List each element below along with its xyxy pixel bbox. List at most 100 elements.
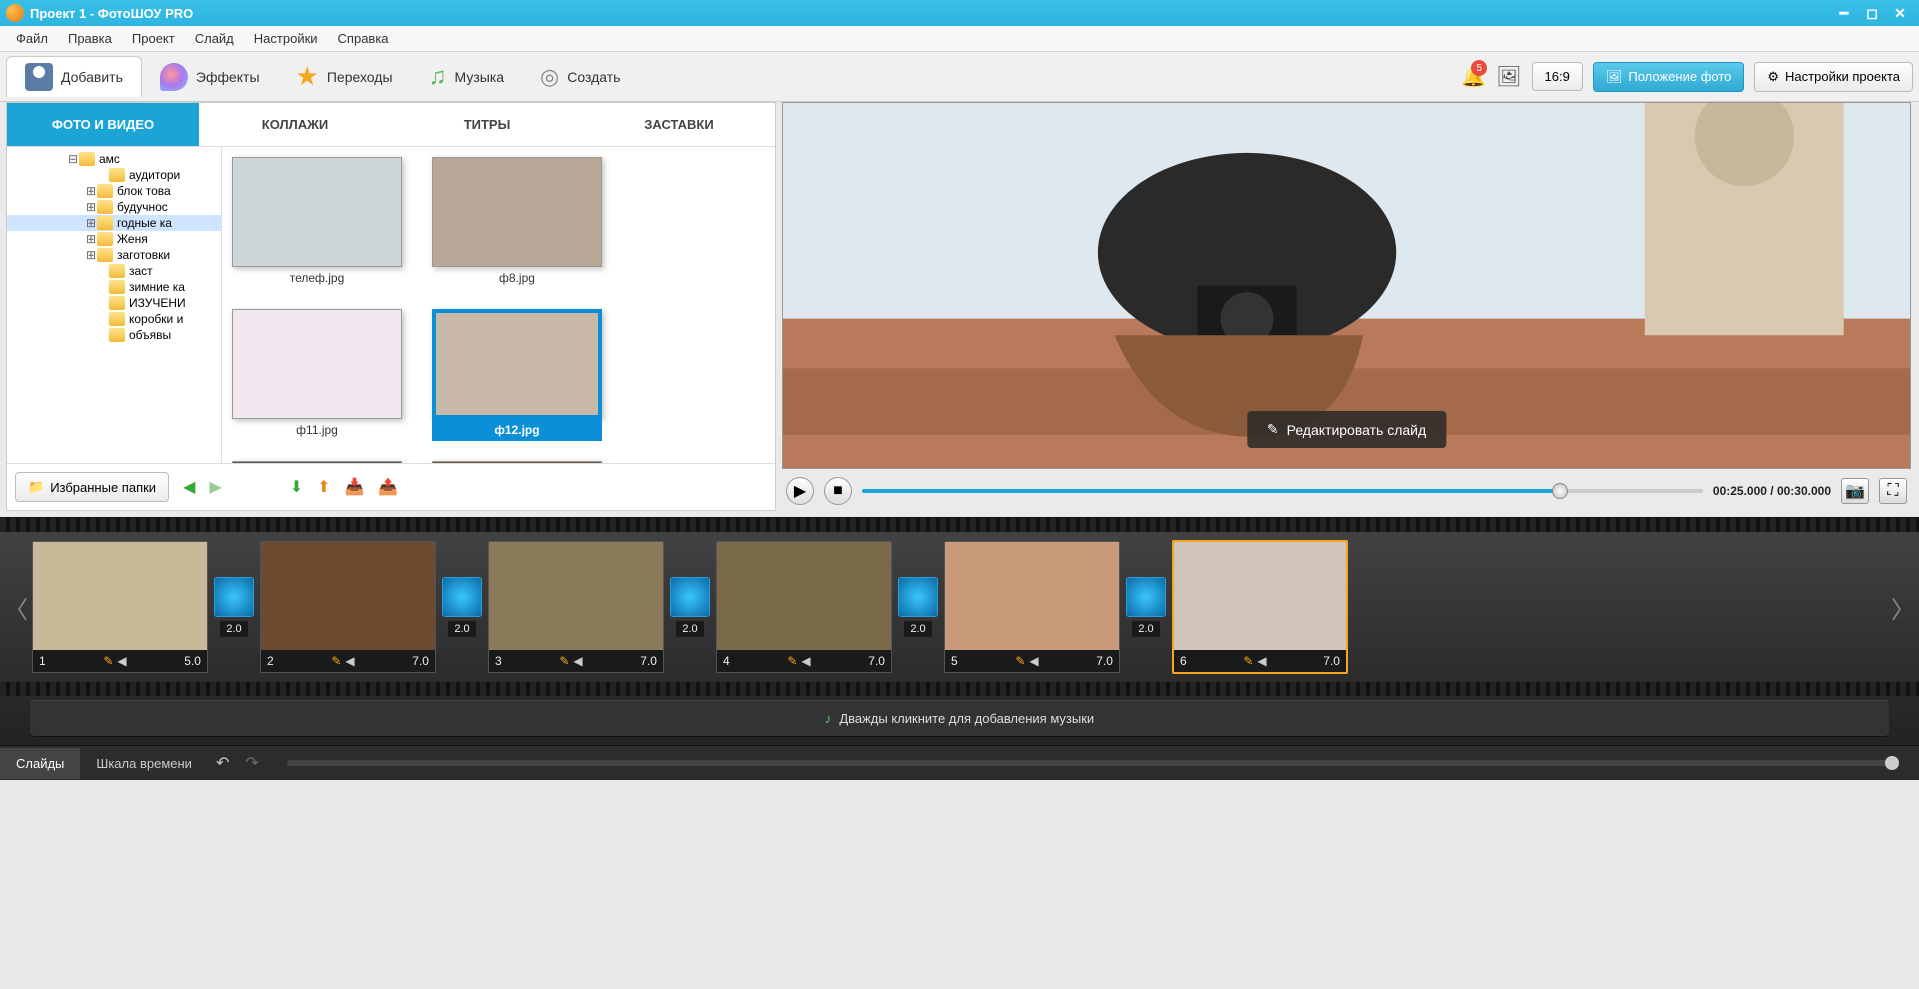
slide-audio-icon[interactable]: ◀ <box>801 654 810 668</box>
tree-item[interactable]: зимние ка <box>7 279 221 295</box>
strip-next[interactable]: 〉 <box>1891 590 1915 625</box>
tree-item[interactable]: ⊟амс <box>7 151 221 167</box>
upload-icon[interactable]: ⬆ <box>317 477 330 497</box>
notifications-button[interactable]: 🔔 5 <box>1461 64 1486 89</box>
tree-item[interactable]: объявы <box>7 327 221 343</box>
bottom-tab-timeline[interactable]: Шкала времени <box>80 748 208 779</box>
thumbnail[interactable]: ф11.jpg <box>232 309 402 441</box>
slide-audio-icon[interactable]: ◀ <box>573 654 582 668</box>
subtab-photo-video[interactable]: ФОТО И ВИДЕО <box>7 103 199 147</box>
tab-effects[interactable]: Эффекты <box>142 57 278 97</box>
preview-canvas[interactable]: ✎ Редактировать слайд <box>782 102 1911 469</box>
tree-item[interactable]: аудитори <box>7 167 221 183</box>
timeline-slide[interactable]: 1 ✎◀ 5.0 <box>32 541 208 673</box>
menu-edit[interactable]: Правка <box>58 27 122 50</box>
transition[interactable]: 2.0 <box>1124 577 1168 637</box>
project-settings-button[interactable]: ⚙ Настройки проекта <box>1754 62 1913 92</box>
slide-edit-icon[interactable]: ✎ <box>559 654 569 668</box>
gallery-icon[interactable]: 🖼 <box>1496 64 1521 89</box>
tree-item[interactable]: заст <box>7 263 221 279</box>
tree-item[interactable]: ⊞блок това <box>7 183 221 199</box>
tree-item[interactable]: ИЗУЧЕНИ <box>7 295 221 311</box>
photo-position-button[interactable]: 🖼 Положение фото <box>1593 62 1745 92</box>
subtab-titles[interactable]: ТИТРЫ <box>391 103 583 147</box>
expand-icon[interactable]: ⊞ <box>85 232 97 246</box>
transition[interactable]: 2.0 <box>668 577 712 637</box>
download-icon[interactable]: ⬇ <box>290 477 303 497</box>
slide-edit-icon[interactable]: ✎ <box>331 654 341 668</box>
maximize-button[interactable]: ◻ <box>1859 5 1885 21</box>
menu-file[interactable]: Файл <box>6 27 58 50</box>
favorites-button[interactable]: 📁 Избранные папки <box>15 472 169 502</box>
tree-label: зимние ка <box>129 280 185 294</box>
timeline-slide[interactable]: 2 ✎◀ 7.0 <box>260 541 436 673</box>
slide-audio-icon[interactable]: ◀ <box>1029 654 1038 668</box>
fullscreen-button[interactable]: ⛶ <box>1879 478 1907 504</box>
folder-tree[interactable]: ⊟амсаудитори⊞блок това⊞будучнос⊞годные к… <box>7 147 222 463</box>
menu-slide[interactable]: Слайд <box>185 27 244 50</box>
expand-icon[interactable]: ⊞ <box>85 248 97 262</box>
transition-preview <box>898 577 938 617</box>
bottom-tab-slides[interactable]: Слайды <box>0 748 80 779</box>
subtab-collages[interactable]: КОЛЛАЖИ <box>199 103 391 147</box>
tree-item[interactable]: ⊞Женя <box>7 231 221 247</box>
tree-label: заготовки <box>117 248 170 262</box>
thumbnail-grid[interactable]: телеф.jpgф8.jpgф11.jpgф12.jpg <box>222 147 775 463</box>
thumbnail[interactable]: ф12.jpg <box>432 309 602 441</box>
stop-button[interactable]: ■ <box>824 477 852 505</box>
slide-edit-icon[interactable]: ✎ <box>1015 654 1025 668</box>
expand-icon[interactable]: ⊞ <box>85 216 97 230</box>
slide-edit-icon[interactable]: ✎ <box>1243 654 1253 668</box>
tab-create[interactable]: ◎ Создать <box>522 58 638 96</box>
thumbnail[interactable]: телеф.jpg <box>232 157 402 289</box>
folder-icon <box>109 328 125 342</box>
play-button[interactable]: ▶ <box>786 477 814 505</box>
add-music-row[interactable]: ♪ Дважды кликните для добавления музыки <box>30 700 1889 737</box>
nav-forward-icon[interactable]: ▶ <box>209 477 221 497</box>
tab-transitions[interactable]: ★ Переходы <box>278 55 411 98</box>
strip-prev[interactable]: 〈 <box>4 590 28 625</box>
aspect-ratio-button[interactable]: 16:9 <box>1532 62 1583 91</box>
timeline-slide[interactable]: 6 ✎◀ 7.0 <box>1172 540 1348 674</box>
slide-audio-icon[interactable]: ◀ <box>117 654 126 668</box>
menu-help[interactable]: Справка <box>328 27 399 50</box>
subtab-screensavers[interactable]: ЗАСТАВКИ <box>583 103 775 147</box>
folder-up-icon[interactable]: 📤 <box>378 477 398 497</box>
tree-item[interactable]: коробки и <box>7 311 221 327</box>
slide-duration: 5.0 <box>184 654 201 668</box>
tab-music[interactable]: ♫ Музыка <box>411 57 523 97</box>
slide-edit-icon[interactable]: ✎ <box>787 654 797 668</box>
tree-item[interactable]: ⊞будучнос <box>7 199 221 215</box>
edit-slide-button[interactable]: ✎ Редактировать слайд <box>1247 411 1446 448</box>
slide-strip[interactable]: 〈 1 ✎◀ 5.0 2.0 2 ✎◀ 7.0 2.0 3 ✎◀ 7.0 2.0… <box>0 532 1919 682</box>
slide-number: 3 <box>495 654 502 668</box>
menu-settings[interactable]: Настройки <box>244 27 328 50</box>
undo-button[interactable]: ↶ <box>208 753 237 773</box>
transition-preview <box>442 577 482 617</box>
minimize-button[interactable]: ━ <box>1831 5 1857 21</box>
tab-add[interactable]: Добавить <box>6 56 142 97</box>
transition[interactable]: 2.0 <box>212 577 256 637</box>
menu-project[interactable]: Проект <box>122 27 185 50</box>
close-button[interactable]: ✕ <box>1887 5 1913 21</box>
tree-item[interactable]: ⊞ заготовки <box>7 247 221 263</box>
zoom-slider[interactable] <box>287 760 1899 766</box>
thumbnail[interactable]: ф8.jpg <box>432 157 602 289</box>
timeline-slide[interactable]: 3 ✎◀ 7.0 <box>488 541 664 673</box>
nav-back-icon[interactable]: ◀ <box>183 477 195 497</box>
redo-button[interactable]: ↷ <box>237 753 266 773</box>
folder-add-icon[interactable]: 📥 <box>345 477 365 497</box>
timeline-slide[interactable]: 5 ✎◀ 7.0 <box>944 541 1120 673</box>
progress-slider[interactable] <box>862 489 1703 493</box>
slide-edit-icon[interactable]: ✎ <box>103 654 113 668</box>
slide-audio-icon[interactable]: ◀ <box>1257 654 1266 668</box>
expand-icon[interactable]: ⊞ <box>85 200 97 214</box>
transition[interactable]: 2.0 <box>440 577 484 637</box>
expand-icon[interactable]: ⊞ <box>85 184 97 198</box>
expand-icon[interactable]: ⊟ <box>67 152 79 166</box>
snapshot-button[interactable]: 📷 <box>1841 478 1869 504</box>
transition[interactable]: 2.0 <box>896 577 940 637</box>
tree-item[interactable]: ⊞годные ка <box>7 215 221 231</box>
timeline-slide[interactable]: 4 ✎◀ 7.0 <box>716 541 892 673</box>
slide-audio-icon[interactable]: ◀ <box>345 654 354 668</box>
